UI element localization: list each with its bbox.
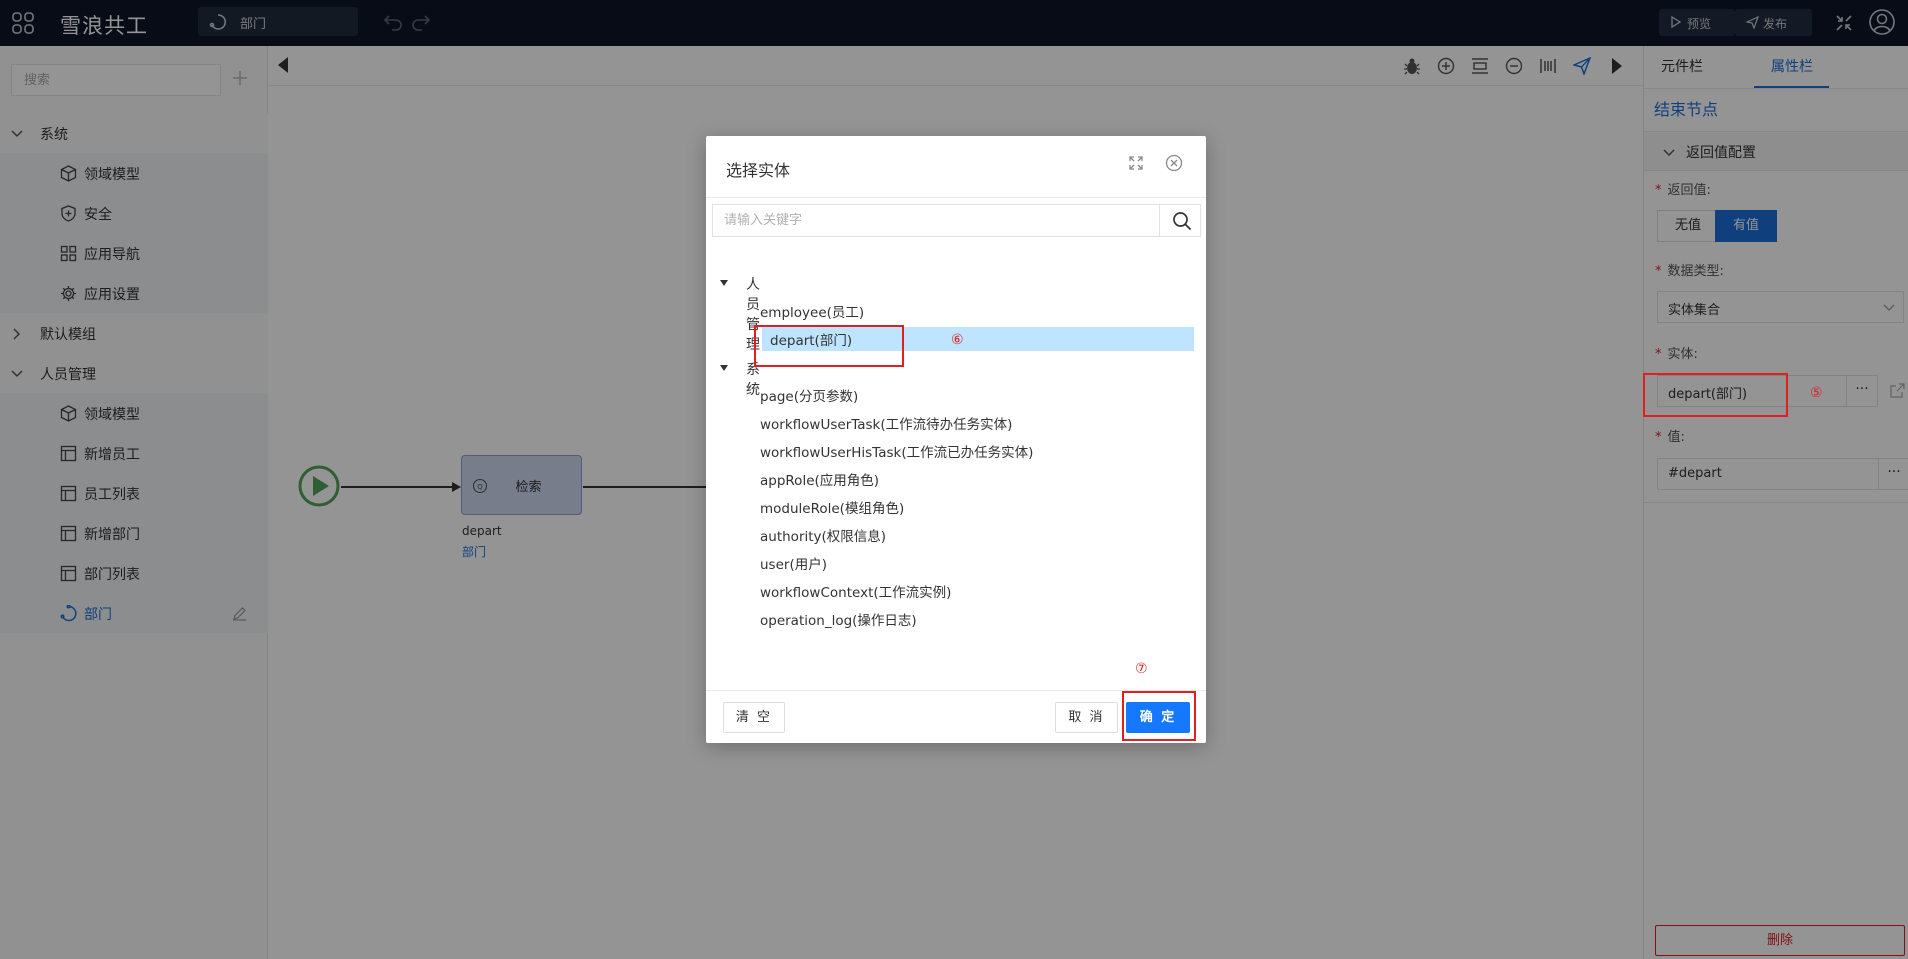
annotation-box-entity bbox=[1643, 373, 1788, 417]
annotation-number: ⑥ bbox=[951, 332, 964, 348]
tree-item-operation-log[interactable]: operation_log(操作日志) bbox=[760, 607, 1192, 631]
tree-item-workflow-user-task[interactable]: workflowUserTask(工作流待办任务实体) bbox=[760, 411, 1192, 435]
annotation-box-selected bbox=[754, 325, 904, 367]
tree-item-module-role[interactable]: moduleRole(模组角色) bbox=[760, 495, 1192, 519]
caret-down-icon bbox=[719, 364, 729, 372]
maximize-icon[interactable] bbox=[1129, 156, 1143, 170]
entity-search-input[interactable] bbox=[713, 205, 1159, 236]
cancel-button[interactable]: 取 消 bbox=[1055, 702, 1118, 733]
close-icon[interactable] bbox=[1165, 154, 1183, 172]
caret-down-icon bbox=[719, 279, 729, 287]
tree-item-workflow-user-his-task[interactable]: workflowUserHisTask(工作流已办任务实体) bbox=[760, 439, 1192, 463]
search-icon[interactable] bbox=[1172, 211, 1192, 231]
tree-item-app-role[interactable]: appRole(应用角色) bbox=[760, 467, 1192, 491]
tree-item-page[interactable]: page(分页参数) bbox=[760, 383, 1192, 407]
tree-item-authority[interactable]: authority(权限信息) bbox=[760, 523, 1192, 547]
entity-search bbox=[712, 204, 1201, 237]
tree-item-workflow-context[interactable]: workflowContext(工作流实例) bbox=[760, 579, 1192, 603]
annotation-number: ⑤ bbox=[1810, 385, 1823, 401]
select-entity-dialog: 选择实体 人员管理 employee(员工) depart(部门) 系统 pag… bbox=[706, 136, 1206, 743]
annotation-box-confirm bbox=[1122, 691, 1196, 741]
tree-item-employee[interactable]: employee(员工) bbox=[760, 299, 1192, 323]
tree-item-user[interactable]: user(用户) bbox=[760, 551, 1192, 575]
clear-button[interactable]: 清 空 bbox=[723, 702, 785, 733]
annotation-number: ⑦ bbox=[1135, 661, 1148, 677]
dialog-title: 选择实体 bbox=[726, 161, 791, 180]
divider bbox=[1159, 205, 1160, 236]
divider bbox=[706, 197, 1206, 198]
